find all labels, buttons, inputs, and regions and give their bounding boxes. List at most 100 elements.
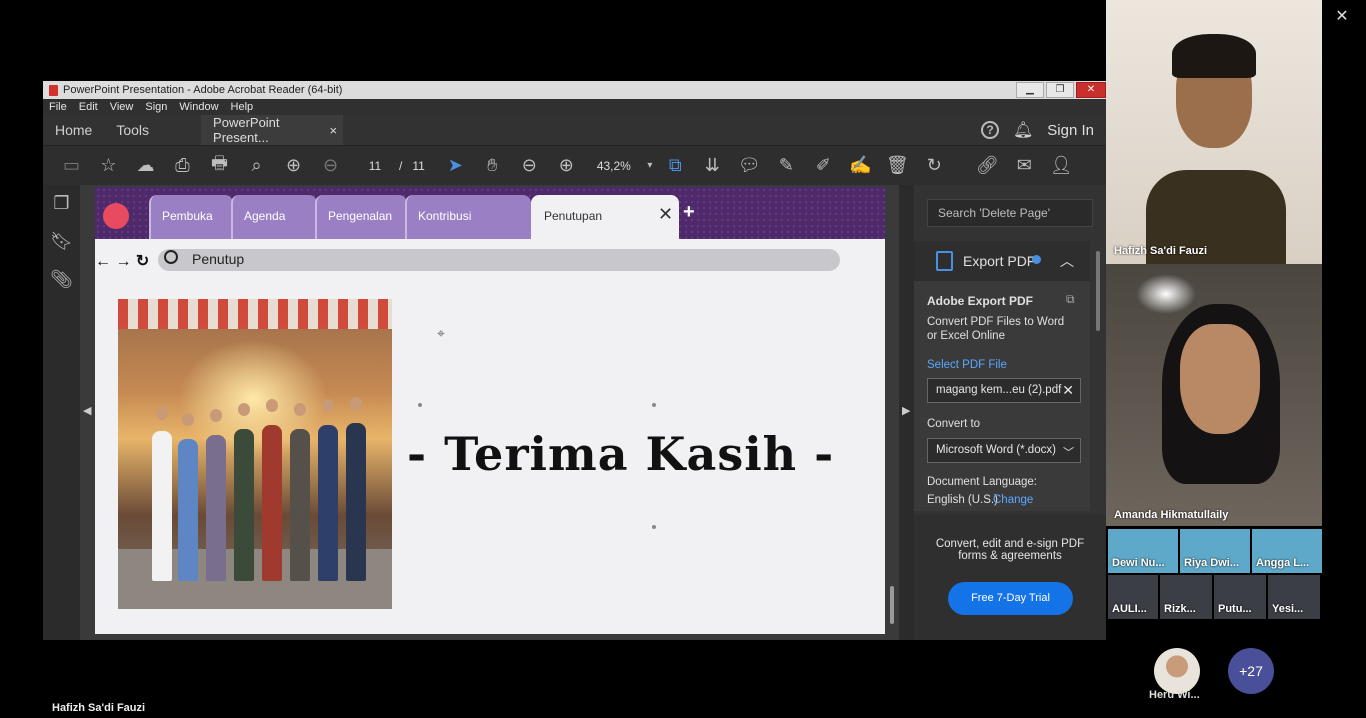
menu-edit[interactable]: Edit [79, 101, 98, 113]
menu-sign[interactable]: Sign [145, 101, 167, 113]
fit-page-icon[interactable]: ⧉ [657, 155, 694, 176]
tab-tools[interactable]: Tools [104, 122, 161, 138]
convert-to-value: Microsoft Word (*.docx) [936, 444, 1056, 456]
slide-tab-pengenalan: Pengenalan [315, 195, 407, 239]
page-current-input[interactable]: 11 [361, 159, 389, 173]
free-trial-button[interactable]: Free 7-Day Trial [948, 582, 1073, 615]
help-icon[interactable]: ? [980, 121, 999, 139]
selection-handle[interactable] [418, 403, 422, 407]
page-up-icon[interactable]: ⊕ [275, 155, 312, 176]
delete-icon[interactable]: 🗑︎ [879, 155, 916, 176]
export-pdf-panel: Search 'Delete Page' Export PDF ︿ Adobe … [914, 185, 1106, 640]
window-minimize-button[interactable]: ▁ [1016, 82, 1044, 98]
tab-close-icon[interactable]: × [329, 123, 337, 138]
participant1-name: Hafizh Sa'di Fauzi [1114, 245, 1208, 257]
thank-you-text: - Terima Kasih - [407, 427, 835, 481]
print-icon[interactable]: 🖶︎ [201, 151, 238, 181]
zoom-dropdown-icon[interactable]: ▾ [643, 160, 657, 171]
video-tile-participant2[interactable]: Amanda Hikmatullaily [1106, 264, 1322, 526]
menu-window[interactable]: Window [179, 101, 218, 113]
more-participants-button[interactable]: +27 [1228, 648, 1274, 694]
menu-help[interactable]: Help [231, 101, 254, 113]
zoom-out-icon[interactable]: ⊖ [511, 155, 548, 176]
change-language-link[interactable]: Change [993, 494, 1033, 506]
convert-to-select[interactable]: Microsoft Word (*.docx) ﹀ [927, 438, 1081, 463]
slide-nav-arrows-icon: ← → ↻ [95, 253, 150, 270]
slide-tab-label: Penutupan [544, 209, 603, 223]
avatar[interactable] [1154, 648, 1200, 694]
selection-handle[interactable] [652, 403, 656, 407]
sign-in-button[interactable]: Sign In [1047, 122, 1094, 139]
menu-view[interactable]: View [110, 101, 134, 113]
zoom-level[interactable]: 43,2% [597, 159, 631, 173]
mini-tile[interactable]: Putu... [1214, 575, 1266, 619]
collapse-left-icon[interactable]: ◀ [83, 404, 91, 417]
document-scrollbar[interactable] [890, 586, 894, 624]
cloud-upload-icon[interactable]: ☁ [127, 155, 164, 176]
mini-tile[interactable]: Rizk... [1160, 575, 1212, 619]
mini-tile[interactable]: Angga L... [1252, 529, 1322, 573]
tab-home[interactable]: Home [43, 122, 104, 138]
mini-tile[interactable]: Riya Dwi... [1180, 529, 1250, 573]
mini-tile[interactable]: Dewi Nu... [1108, 529, 1178, 573]
bookmarks-icon[interactable]: 🔖︎ [43, 223, 80, 261]
person [346, 423, 366, 581]
mini-tile-name: AULI... [1112, 603, 1147, 615]
select-pdf-file-link[interactable]: Select PDF File [927, 359, 1007, 371]
person [318, 425, 338, 581]
mini-tile[interactable]: Yesi... [1268, 575, 1320, 619]
tab-document[interactable]: PowerPoint Present... × [201, 115, 344, 145]
crosshair-cursor-icon: ⌖ [437, 325, 445, 341]
hand-tool-icon[interactable]: ✋︎ [474, 155, 511, 176]
slide-tab-penutupan: Penutupan [531, 195, 679, 239]
clear-file-icon[interactable]: ✕ [1062, 382, 1074, 399]
selection-handle[interactable] [652, 525, 656, 529]
highlight-pen-icon[interactable]: ✎ [768, 155, 805, 176]
copy-icon[interactable]: ⧉ [1066, 292, 1075, 307]
selected-file-field[interactable]: magang kem...eu (2).pdf ✕ [927, 378, 1081, 403]
person-head [350, 397, 362, 410]
menu-file[interactable]: File [49, 101, 67, 113]
slide-tab-label: Agenda [244, 209, 286, 223]
panel-scrollbar[interactable] [1096, 251, 1100, 331]
email-icon[interactable]: ✉ [1006, 155, 1043, 176]
zoom-in-icon[interactable]: ⊕ [548, 155, 585, 176]
scroll-mode-icon[interactable]: ⇊ [694, 155, 731, 176]
attachments-icon[interactable]: 📎︎ [43, 261, 80, 299]
magnifier-icon [164, 250, 178, 264]
save-icon[interactable]: ▭ [53, 155, 90, 176]
window-close-button[interactable]: ✕ [1076, 82, 1106, 98]
slide-tab-agenda: Agenda [231, 195, 317, 239]
bookmark-star-icon[interactable]: ☆ [90, 155, 127, 176]
slide-tab-label: Kontribusi [418, 209, 472, 223]
video-tile-participant1[interactable]: Hafizh Sa'di Fauzi [1106, 0, 1322, 264]
active-speaker-name: Hafizh Sa'di Fauzi [52, 702, 146, 714]
tools-search-input[interactable]: Search 'Delete Page' [927, 199, 1093, 227]
participant2-name: Amanda Hikmatullaily [1114, 509, 1229, 521]
search-icon[interactable]: ⌕ [238, 155, 275, 176]
user-share-icon[interactable]: 👤︎ [1043, 155, 1080, 176]
title-bar: PowerPoint Presentation - Adobe Acrobat … [43, 81, 1106, 99]
chevron-up-icon[interactable]: ︿ [1060, 251, 1074, 271]
draw-icon[interactable]: ✐ [805, 155, 842, 176]
slide-page: Pembuka Agenda Pengenalan Kontribusi Pen… [95, 187, 885, 634]
mini-tile[interactable]: AULI... [1108, 575, 1158, 619]
slide-tab-label: Pengenalan [328, 209, 393, 223]
page-thumbnails-icon[interactable]: ❐ [43, 185, 80, 223]
fill-sign-icon[interactable]: ✍ [842, 155, 879, 176]
comment-icon[interactable]: 💬︎ [731, 155, 768, 176]
window-restore-button[interactable]: ❐ [1046, 82, 1074, 98]
page-down-icon[interactable]: ⊖ [312, 155, 349, 176]
meeting-stage: — ❐ ✕ PowerPoint Presentation - Adobe Ac… [0, 0, 1366, 718]
collapse-right-icon[interactable]: ▶ [902, 404, 910, 417]
link-share-icon[interactable]: 🔗︎ [969, 155, 1006, 176]
person-head [322, 399, 334, 412]
close-icon[interactable]: ✕ [1330, 6, 1354, 26]
export-description-line1: Convert PDF Files to Word [927, 316, 1065, 328]
share-file-icon[interactable]: ⎙ [164, 155, 201, 176]
rotate-icon[interactable]: ↻ [916, 155, 953, 176]
bell-icon[interactable]: 🔔︎ [1013, 120, 1033, 140]
export-pdf-header[interactable]: Export PDF ︿ [914, 241, 1090, 281]
select-cursor-icon[interactable]: ➤ [437, 155, 474, 176]
tab-document-label: PowerPoint Present... [213, 115, 280, 145]
